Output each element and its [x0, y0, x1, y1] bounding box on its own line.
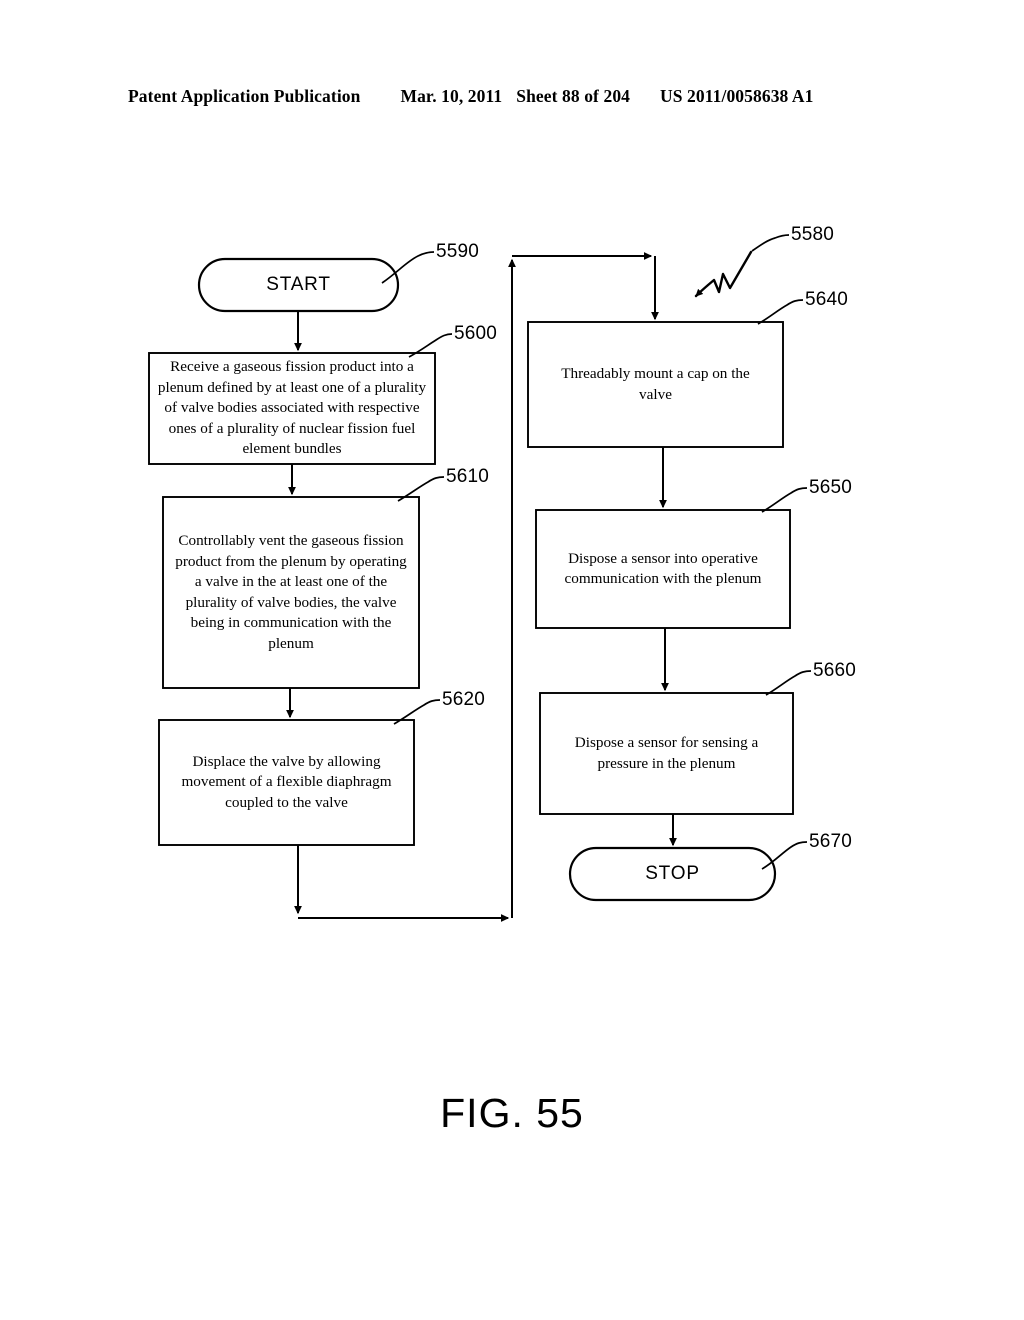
step-5620-label-wrap: Displace the valve by allowing movement … [159, 720, 414, 845]
figure-caption: FIG. 55 [440, 1090, 584, 1136]
step-5600-label: Receive a gaseous fission product into a… [157, 358, 427, 458]
ref-5590: 5590 [436, 241, 480, 262]
ref-5600: 5600 [454, 323, 498, 344]
step-5620-label: Displace the valve by allowing movement … [181, 752, 392, 811]
step-5660-label-wrap: Dispose a sensor for sensing a pressure … [540, 693, 793, 814]
leader-5580 [751, 234, 790, 252]
start-terminator-label-wrap: START [199, 259, 398, 311]
ref-5610: 5610 [446, 466, 490, 487]
step-5610-label-wrap: Controllably vent the gaseous fission pr… [163, 497, 419, 688]
step-5640-label-wrap: Threadably mount a cap on the valve [528, 322, 783, 447]
step-5650-label-wrap: Dispose a sensor into operative communic… [536, 510, 790, 628]
patent-figure-page: Patent Application Publication Mar. 10, … [0, 0, 1024, 1320]
ref-5670: 5670 [809, 831, 853, 852]
step-5610-label: Controllably vent the gaseous fission pr… [175, 532, 407, 652]
step-5640-label: Threadably mount a cap on the valve [561, 365, 750, 403]
leader-5640 [757, 299, 804, 325]
ref-5660: 5660 [813, 660, 857, 681]
ref-5580: 5580 [791, 224, 835, 245]
leader-5660 [765, 670, 812, 696]
start-terminator-label: START [266, 274, 331, 295]
figure-pointer-arrow [694, 250, 753, 298]
stop-terminator-label-wrap: STOP [570, 848, 775, 900]
stop-terminator-label: STOP [645, 863, 700, 884]
step-5650-label: Dispose a sensor into operative communic… [564, 549, 762, 588]
step-5600-label-wrap: Receive a gaseous fission product into a… [149, 353, 435, 464]
ref-5620: 5620 [442, 689, 486, 710]
leader-5650 [761, 487, 808, 513]
ref-5650: 5650 [809, 477, 853, 498]
ref-5640: 5640 [805, 289, 849, 310]
step-5660-label: Dispose a sensor for sensing a pressure … [574, 734, 759, 772]
